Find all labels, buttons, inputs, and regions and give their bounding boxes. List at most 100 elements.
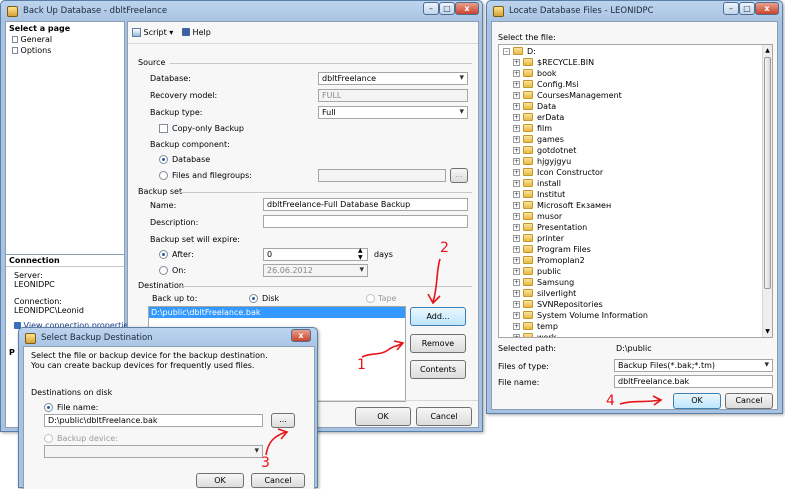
expand-icon[interactable]: + <box>513 246 520 253</box>
expand-icon[interactable]: + <box>513 257 520 264</box>
tree-folder-label: work <box>537 333 557 338</box>
backup-type-select[interactable]: Full <box>318 106 468 119</box>
page-selector-panel: Select a page General Options <box>5 21 125 257</box>
file-name-label: File name: <box>57 403 99 412</box>
expand-icon[interactable]: + <box>513 180 520 187</box>
expand-icon[interactable]: + <box>513 147 520 154</box>
disk-radio[interactable] <box>249 294 258 303</box>
database-icon <box>25 333 36 344</box>
expand-icon[interactable]: + <box>513 136 520 143</box>
page-item-general[interactable]: General <box>12 35 52 44</box>
help-button[interactable]: Help <box>182 28 211 37</box>
file-name-radio[interactable] <box>44 403 53 412</box>
expire-after-radio[interactable] <box>159 250 168 259</box>
expand-icon[interactable]: + <box>513 114 520 121</box>
folder-icon <box>523 168 533 176</box>
expand-icon[interactable]: + <box>513 213 520 220</box>
scroll-thumb[interactable] <box>764 57 771 289</box>
expand-icon[interactable]: + <box>513 268 520 275</box>
script-button[interactable]: Script ▾ <box>132 28 173 37</box>
maximize-button[interactable]: □ <box>439 2 455 15</box>
folder-icon <box>523 135 533 143</box>
expand-icon[interactable]: + <box>513 301 520 308</box>
expand-icon[interactable]: + <box>513 334 520 337</box>
annotation-step-4: 4 <box>606 393 615 409</box>
locate-file-name-field[interactable]: dbltFreelance.bak <box>614 375 773 388</box>
source-divider <box>170 63 472 64</box>
backup-set-divider <box>180 192 472 193</box>
copy-only-label: Copy-only Backup <box>172 124 244 133</box>
contents-button[interactable]: Contents <box>410 360 466 379</box>
backup-ok-button[interactable]: OK <box>355 407 411 426</box>
expand-icon[interactable]: + <box>513 312 520 319</box>
minimize-button[interactable]: – <box>423 2 439 15</box>
folder-icon <box>523 278 533 286</box>
component-database-radio[interactable] <box>159 155 168 164</box>
database-select[interactable]: dbltFreelance <box>318 72 468 85</box>
scroll-up-icon[interactable]: ▲ <box>763 45 772 56</box>
file-name-field[interactable]: D:\public\dbltFreelance.bak <box>44 414 263 427</box>
destination-list-item[interactable]: D:\public\dbltFreelance.bak <box>149 307 405 318</box>
folder-icon <box>523 179 533 187</box>
expand-icon[interactable]: + <box>513 323 520 330</box>
locate-title-bar[interactable]: Locate Database Files - LEONIDPC – □ x <box>491 1 779 23</box>
tree-folder-label: Data <box>537 102 557 111</box>
expand-icon[interactable]: + <box>513 224 520 231</box>
component-files-radio[interactable] <box>159 171 168 180</box>
locate-cancel-button[interactable]: Cancel <box>725 393 773 409</box>
expand-icon[interactable]: + <box>513 81 520 88</box>
select-dest-description: Select the file or backup device for the… <box>31 351 268 370</box>
database-icon <box>493 6 504 17</box>
page-item-options[interactable]: Options <box>12 46 51 55</box>
remove-button[interactable]: Remove <box>410 334 466 353</box>
expand-icon[interactable]: + <box>513 279 520 286</box>
backup-type-label: Backup type: <box>150 108 203 117</box>
locate-files-window: Locate Database Files - LEONIDPC – □ x S… <box>486 0 783 414</box>
folder-icon <box>523 113 533 121</box>
expand-icon[interactable]: + <box>513 125 520 132</box>
close-button[interactable]: x <box>455 2 479 15</box>
tree-scrollbar[interactable]: ▲ ▼ <box>762 45 772 337</box>
close-button[interactable]: x <box>291 329 311 342</box>
locate-ok-button[interactable]: OK <box>673 393 721 409</box>
expand-icon[interactable]: + <box>513 235 520 242</box>
expand-icon[interactable]: + <box>513 92 520 99</box>
collapse-icon[interactable]: – <box>503 48 510 55</box>
select-file-label: Select the file: <box>498 33 556 42</box>
close-button[interactable]: x <box>755 2 779 15</box>
expand-icon[interactable]: + <box>513 70 520 77</box>
folder-tree[interactable]: – D: + $RECYCLE.BIN + book + Config.Msi + Cours… <box>498 44 773 338</box>
expand-icon[interactable]: + <box>513 191 520 198</box>
maximize-button[interactable]: □ <box>739 2 755 15</box>
folder-icon <box>513 47 523 55</box>
expand-icon[interactable]: + <box>513 103 520 110</box>
toolbar-divider <box>128 43 478 44</box>
scroll-down-icon[interactable]: ▼ <box>763 326 772 337</box>
add-button[interactable]: Add... <box>410 307 466 326</box>
locate-window-title: Locate Database Files - LEONIDPC <box>509 6 654 16</box>
folder-icon <box>523 322 533 330</box>
select-dest-ok-button[interactable]: OK <box>196 473 244 488</box>
backup-set-heading: Backup set <box>138 187 183 196</box>
files-of-type-select[interactable]: Backup Files(*.bak;*.tm) <box>614 359 773 372</box>
backup-cancel-button[interactable]: Cancel <box>416 407 472 426</box>
minimize-button[interactable]: – <box>723 2 739 15</box>
expire-after-field[interactable]: 0 <box>263 248 368 261</box>
folder-icon <box>523 300 533 308</box>
backup-title-bar[interactable]: Back Up Database - dbltFreelance – □ x <box>5 1 479 23</box>
expand-icon[interactable]: + <box>513 169 520 176</box>
expand-icon[interactable]: + <box>513 290 520 297</box>
expand-icon[interactable]: + <box>513 158 520 165</box>
source-heading: Source <box>138 58 166 67</box>
copy-only-checkbox[interactable] <box>159 124 168 133</box>
select-dest-title: Select Backup Destination <box>41 333 153 343</box>
expand-icon[interactable]: + <box>513 59 520 66</box>
description-field[interactable] <box>263 215 468 228</box>
select-dest-cancel-button[interactable]: Cancel <box>251 473 305 488</box>
expire-spinner-icon[interactable]: ▲ ▼ <box>358 247 363 261</box>
expand-icon[interactable]: + <box>513 202 520 209</box>
backup-name-field[interactable]: dbltFreelance-Full Database Backup <box>263 198 468 211</box>
page-icon <box>12 47 18 54</box>
file-name-browse-button[interactable]: ... <box>271 413 295 428</box>
expire-on-radio[interactable] <box>159 266 168 275</box>
